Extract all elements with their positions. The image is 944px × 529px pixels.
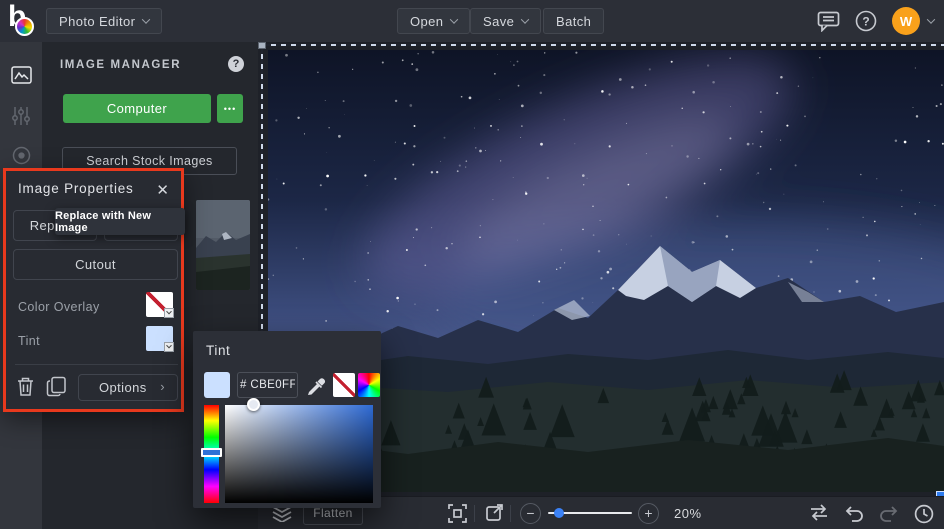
hex-color-input[interactable] bbox=[237, 372, 298, 398]
duplicate-layer-icon[interactable] bbox=[46, 376, 67, 397]
color-wheel-icon bbox=[15, 17, 34, 36]
zoom-level: 20% bbox=[674, 506, 702, 521]
selection-handle-top-left[interactable] bbox=[258, 42, 266, 49]
tint-label: Tint bbox=[18, 334, 40, 348]
hue-slider-handle[interactable] bbox=[201, 448, 222, 457]
cutout-button[interactable]: Cutout bbox=[13, 249, 178, 280]
color-overlay-label: Color Overlay bbox=[18, 300, 100, 314]
options-button[interactable]: Options › bbox=[78, 374, 178, 401]
fit-to-screen-icon[interactable] bbox=[448, 504, 467, 523]
feedback-chat-icon[interactable] bbox=[817, 11, 840, 32]
befunky-logo[interactable]: b bbox=[8, 0, 40, 38]
swatch-dropdown-icon[interactable] bbox=[164, 342, 174, 352]
delete-layer-icon[interactable] bbox=[16, 376, 35, 397]
top-bar: b Photo Editor Open Save Batch ? W bbox=[0, 0, 944, 42]
account-button[interactable]: W bbox=[892, 7, 936, 35]
undo-icon[interactable] bbox=[844, 504, 864, 522]
toolbar-divider bbox=[510, 505, 511, 522]
zoom-slider-handle[interactable] bbox=[554, 508, 564, 518]
rail-item-edit[interactable] bbox=[0, 95, 42, 135]
more-sources-button[interactable]: ••• bbox=[217, 94, 243, 123]
photo-editor-app: Flatten − + 20% IMAGE MANAGER ? Computer… bbox=[0, 0, 944, 529]
chevron-down-icon bbox=[142, 15, 151, 24]
saturation-brightness-area[interactable] bbox=[225, 398, 373, 503]
hue-slider[interactable] bbox=[201, 405, 222, 503]
app-menu-button[interactable]: Photo Editor bbox=[46, 8, 163, 34]
dialog-title: Image Properties bbox=[18, 181, 134, 196]
compare-icon[interactable] bbox=[809, 504, 829, 521]
replace-tooltip: Replace with New Image bbox=[55, 208, 185, 235]
redo-icon[interactable] bbox=[879, 504, 899, 522]
color-overlay-swatch[interactable] bbox=[146, 292, 174, 318]
color-cursor[interactable] bbox=[247, 398, 260, 411]
tint-swatch[interactable] bbox=[146, 326, 174, 352]
save-button[interactable]: Save bbox=[470, 8, 542, 34]
dialog-divider bbox=[15, 364, 178, 365]
fullscreen-preview-icon[interactable] bbox=[486, 504, 504, 522]
history-icon[interactable] bbox=[914, 504, 934, 524]
open-button[interactable]: Open bbox=[397, 8, 471, 34]
svg-text:?: ? bbox=[862, 14, 869, 28]
computer-button[interactable]: Computer bbox=[63, 94, 211, 123]
zoom-slider[interactable] bbox=[548, 508, 632, 518]
tint-color-picker: Tint bbox=[193, 331, 381, 508]
panel-title: IMAGE MANAGER bbox=[60, 59, 182, 71]
chevron-down-icon bbox=[520, 15, 530, 24]
swatch-dropdown-icon[interactable] bbox=[164, 308, 174, 318]
chevron-right-icon: › bbox=[160, 379, 165, 394]
rail-item-image-manager[interactable] bbox=[0, 55, 42, 95]
close-icon[interactable]: ✕ bbox=[154, 179, 171, 201]
batch-button[interactable]: Batch bbox=[543, 8, 605, 34]
current-color-swatch bbox=[204, 372, 230, 398]
help-icon[interactable]: ? bbox=[855, 10, 877, 32]
panel-help-icon[interactable]: ? bbox=[228, 56, 244, 72]
chevron-down-icon bbox=[450, 15, 459, 24]
zoom-out-button[interactable]: − bbox=[520, 503, 541, 524]
rainbow-color-swatch[interactable] bbox=[358, 373, 380, 397]
toolbar-divider bbox=[474, 505, 475, 522]
no-color-swatch[interactable] bbox=[333, 373, 355, 397]
layers-flatten-icon[interactable] bbox=[270, 506, 294, 522]
image-thumbnail[interactable] bbox=[196, 200, 250, 290]
avatar: W bbox=[892, 7, 920, 35]
zoom-in-button[interactable]: + bbox=[638, 503, 659, 524]
picker-title: Tint bbox=[206, 343, 231, 358]
image-properties-dialog: Image Properties ✕ Replace Replace with … bbox=[3, 168, 185, 412]
chevron-down-icon bbox=[926, 15, 936, 24]
selection-border-top bbox=[261, 44, 944, 46]
eyedropper-icon[interactable] bbox=[305, 373, 327, 397]
